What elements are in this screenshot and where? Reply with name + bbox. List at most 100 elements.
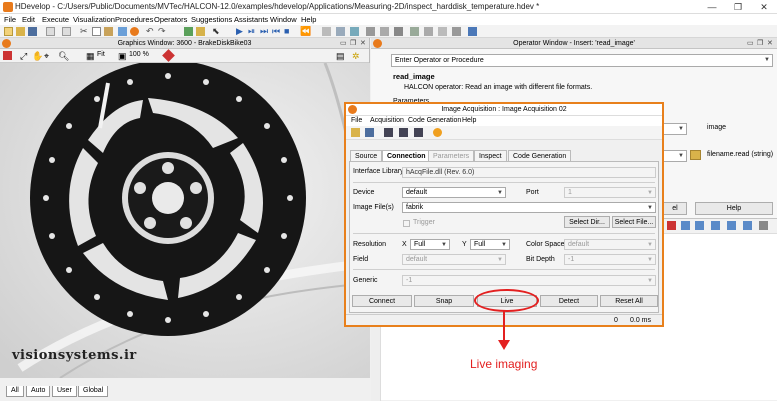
toolbar-icon-6[interactable] (759, 221, 768, 230)
open-folder-icon[interactable] (16, 27, 25, 36)
chevron-down-icon[interactable]: ▼ (764, 55, 770, 66)
toolbar-icon-5[interactable] (743, 221, 752, 230)
operator-search-input[interactable]: Enter Operator or Procedure ▼ (391, 54, 773, 67)
tab-connection[interactable]: Connection (382, 150, 431, 161)
restore-icon[interactable]: ❐ (757, 38, 763, 49)
step-over-icon[interactable]: ⏯ (248, 27, 257, 36)
variable-icon[interactable] (350, 27, 359, 36)
dialog-menu-file[interactable]: File (351, 117, 362, 124)
undo-icon[interactable]: ↶ (146, 27, 155, 36)
menu-operators[interactable]: Operators (154, 15, 187, 24)
menu-suggestions[interactable]: Suggestions (191, 15, 232, 24)
tab-auto[interactable]: Auto (26, 386, 51, 397)
menu-assistants[interactable]: Assistants (234, 15, 268, 24)
trigger-checkbox[interactable] (403, 220, 410, 227)
chart-icon[interactable] (366, 27, 375, 36)
print-icon[interactable] (46, 27, 55, 36)
param-image-combo[interactable]: ▼ (663, 123, 687, 135)
new-file-icon[interactable] (4, 27, 13, 36)
toolbar-icon[interactable] (681, 221, 690, 230)
window-icon[interactable] (118, 27, 127, 36)
tab-user[interactable]: User (52, 386, 77, 397)
note-icon[interactable] (196, 27, 205, 36)
y-resolution-select[interactable]: Full ▼ (470, 239, 510, 250)
minimize-button[interactable]: — (699, 0, 725, 14)
close-icon[interactable]: ✕ (360, 38, 366, 49)
graphics-icon[interactable] (336, 27, 345, 36)
select-dir-button[interactable]: Select Dir... (564, 216, 610, 228)
zoom-level[interactable]: 100 % (129, 51, 149, 58)
paste-icon[interactable] (104, 27, 113, 36)
menu-execute[interactable]: Execute (42, 15, 69, 24)
measure-icon[interactable] (410, 27, 419, 36)
preview-icon[interactable] (62, 27, 71, 36)
crosshair-icon[interactable]: ⌖ (44, 51, 49, 62)
select-file-button[interactable]: Select File... (612, 216, 656, 228)
device-select[interactable]: default ▼ (402, 187, 506, 198)
zoom-level-icon[interactable]: ▣ (118, 51, 127, 62)
camera-icon[interactable] (384, 128, 393, 137)
cancel-button[interactable]: el (663, 202, 687, 215)
menu-procedures[interactable]: Procedures (115, 15, 153, 24)
zoom-icon[interactable] (322, 27, 331, 36)
menu-visualization[interactable]: Visualization (73, 15, 115, 24)
detect-button[interactable]: Detect (540, 295, 598, 307)
connect-button[interactable]: Connect (352, 295, 412, 307)
maximize-button[interactable]: ❐ (725, 0, 751, 14)
snap-icon[interactable] (399, 128, 408, 137)
reset-all-button[interactable]: Reset All (600, 295, 658, 307)
profile-icon[interactable] (394, 27, 403, 36)
help-icon[interactable] (433, 128, 442, 137)
cut-icon[interactable]: ✂ (80, 27, 89, 36)
snap-button[interactable]: Snap (414, 295, 474, 307)
histogram-icon[interactable] (380, 27, 389, 36)
toolbar-icon-2[interactable] (695, 221, 704, 230)
live-icon[interactable] (414, 128, 423, 137)
menu-edit[interactable]: Edit (22, 15, 35, 24)
pan-icon[interactable]: ✋ (32, 51, 43, 62)
save-icon[interactable] (365, 128, 374, 137)
dialog-menu-code-generation[interactable]: Code Generation (408, 117, 461, 124)
menu-file[interactable]: File (4, 15, 16, 24)
open-folder-icon[interactable] (351, 128, 360, 137)
toolbar-icon-4[interactable] (727, 221, 736, 230)
fit-label[interactable]: Fit (97, 51, 105, 58)
dialog-menu-acquisition[interactable]: Acquisition (370, 117, 404, 124)
run-icon[interactable]: ▶ (236, 27, 245, 36)
close-icon[interactable]: ✕ (767, 38, 773, 49)
x-resolution-select[interactable]: Full ▼ (410, 239, 450, 250)
tab-all[interactable]: All (6, 386, 24, 397)
menu-help[interactable]: Help (301, 15, 316, 24)
tab-parameters[interactable]: Parameters (428, 150, 475, 161)
restore-icon[interactable]: ❐ (350, 38, 356, 49)
save-icon[interactable] (28, 27, 37, 36)
help-icon[interactable] (468, 27, 477, 36)
clear-icon[interactable] (3, 51, 12, 60)
zoom-icon[interactable]: 🔍︎ (58, 51, 69, 62)
list-icon[interactable] (184, 27, 193, 36)
tab-code-generation[interactable]: Code Generation (508, 150, 572, 161)
image-file-select[interactable]: fabrik ▼ (402, 202, 656, 213)
cursor-icon[interactable]: ⬉ (212, 27, 221, 36)
param-filename-combo[interactable]: ▼ (663, 150, 687, 162)
help-button[interactable]: Help (695, 202, 773, 215)
redo-icon[interactable]: ↷ (158, 27, 167, 36)
ocr-icon[interactable] (452, 27, 461, 36)
grid-icon[interactable]: ▤ (336, 51, 345, 62)
toolbar-icon-3[interactable] (711, 221, 720, 230)
pencil-icon[interactable] (162, 49, 175, 62)
calibration-icon[interactable] (438, 27, 447, 36)
reset-icon[interactable]: ⏪ (300, 27, 311, 36)
tab-global[interactable]: Global (78, 386, 109, 397)
tab-source[interactable]: Source (350, 150, 383, 161)
step-into-icon[interactable]: ⏭ (260, 27, 269, 36)
menu-window[interactable]: Window (270, 15, 297, 24)
stop-icon[interactable]: ■ (284, 27, 293, 36)
halcon-icon[interactable] (130, 27, 139, 36)
step-out-icon[interactable]: ⏮ (272, 27, 281, 36)
breakpoint-icon[interactable] (667, 221, 676, 230)
copy-icon[interactable] (92, 27, 101, 36)
settings-icon[interactable]: ✲ (352, 51, 360, 62)
matching-icon[interactable] (424, 27, 433, 36)
tab-inspect[interactable]: Inspect (474, 150, 507, 161)
